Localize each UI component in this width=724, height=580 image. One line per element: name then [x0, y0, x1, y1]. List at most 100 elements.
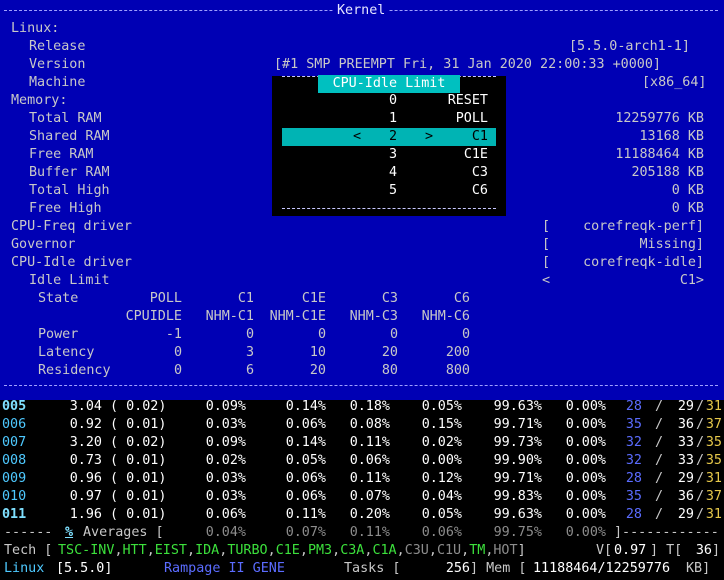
governor-open: [ — [542, 237, 551, 252]
mem-label: ] Mem [ — [470, 561, 527, 576]
tech-separator: , — [428, 543, 437, 558]
popup-item-c6[interactable]: C6 — [472, 182, 488, 200]
core-cell-c0: 0.09% — [205, 399, 246, 414]
core-cell-t3: 31 — [705, 507, 722, 522]
tech-separator: , — [114, 543, 123, 558]
popup-item-index[interactable]: 3 — [389, 146, 397, 164]
core-cell-id: 006 — [2, 417, 27, 432]
total-high-label: Total High — [29, 183, 110, 198]
core-cell-t2: 36 — [677, 489, 694, 504]
popup-selected-left-arrow[interactable]: < — [353, 128, 361, 146]
temp-separator: / — [696, 417, 705, 432]
core-cell-c0: 0.09% — [205, 435, 246, 450]
state-name-c3: NHM-C3 — [349, 309, 398, 324]
core-cell-t3: 35 — [705, 435, 722, 450]
temp-separator: / — [696, 489, 705, 504]
core-cell-c3: 0.07% — [349, 489, 390, 504]
core-cell-ratio: ( 0.01) — [110, 453, 167, 468]
core-cell-freq: 1.96 — [69, 507, 102, 522]
temp-separator: / — [655, 399, 664, 414]
popup-selected-right-arrow[interactable]: > — [425, 128, 433, 146]
core-cell-c3: 0.18% — [349, 399, 390, 414]
tech-separator: , — [146, 543, 155, 558]
popup-item-index[interactable]: 5 — [389, 182, 397, 200]
core-cell-c7: 99.63% — [493, 507, 542, 522]
tech-label: Tech [ — [4, 543, 53, 558]
popup-item-reset[interactable]: RESET — [448, 92, 488, 110]
core-cell-t1: 35 — [625, 489, 642, 504]
power-c3: 0 — [389, 327, 398, 342]
core-cell-freq: 0.73 — [69, 453, 102, 468]
popup-item-c3[interactable]: C3 — [472, 164, 488, 182]
residency-c1e: 20 — [309, 363, 326, 378]
power-c6: 0 — [461, 327, 470, 342]
core-cell-c8: 0.00% — [565, 399, 606, 414]
core-cell-c8: 0.00% — [565, 507, 606, 522]
free-ram-label: Free RAM — [29, 147, 94, 162]
core-cell-t1: 28 — [625, 471, 642, 486]
cpuidle-driver-value: corefreqk-idle] — [583, 255, 704, 270]
idle-limit-open[interactable]: < — [542, 272, 550, 290]
latency-c1e: 10 — [309, 345, 326, 360]
core-cell-c6: 0.05% — [421, 507, 462, 522]
avg-c6: 0.06% — [421, 525, 462, 540]
core-cell-ratio: ( 0.01) — [110, 471, 167, 486]
idle-limit-label[interactable]: Idle Limit — [29, 272, 110, 290]
popup-item-c1e[interactable]: C1E — [464, 146, 488, 164]
popup-item-index[interactable]: 4 — [389, 164, 397, 182]
machine-value: [x86_64] — [642, 75, 707, 90]
temp-value: 36 — [695, 543, 712, 558]
core-cell-t1: 32 — [625, 453, 642, 468]
core-cell-t3: 31 — [705, 399, 722, 414]
tech-feature-eist: EIST — [154, 543, 187, 558]
tech-feature-tsc-inv: TSC-INV — [58, 543, 115, 558]
temp-separator: / — [655, 417, 664, 432]
tech-separator: , — [187, 543, 196, 558]
avg-c3: 0.11% — [349, 525, 390, 540]
idle-limit-value[interactable]: C1> — [680, 272, 704, 290]
core-cell-t2: 36 — [677, 417, 694, 432]
state-col-c1e: C1E — [301, 291, 326, 306]
core-cell-t3: 37 — [705, 417, 722, 432]
tech-feature-pm3: PM3 — [307, 543, 333, 558]
popup-item-index[interactable]: 0 — [389, 92, 397, 110]
core-cell-c6: 0.04% — [421, 489, 462, 504]
machine-label: Machine — [29, 75, 86, 90]
popup-item-index[interactable]: 2 — [389, 128, 397, 146]
version-label: Version — [29, 57, 86, 72]
popup-item-index[interactable]: 1 — [389, 110, 397, 128]
tech-feature-hot: HOT — [493, 543, 518, 558]
board-name: Rampage II GENE — [164, 561, 285, 576]
temp-separator: / — [696, 507, 705, 522]
core-cell-c6: 0.05% — [421, 399, 462, 414]
averages-hotkey[interactable]: % — [65, 524, 73, 542]
release-value: [5.5.0-arch1-1] — [569, 39, 690, 54]
buffer-ram-label: Buffer RAM — [29, 165, 110, 180]
core-cell-c8: 0.00% — [565, 489, 606, 504]
core-cell-id: 007 — [2, 435, 27, 450]
state-name-c1: NHM-C1 — [205, 309, 254, 324]
free-high-label: Free High — [29, 201, 102, 216]
power-c1e: 0 — [317, 327, 326, 342]
avg-c1: 0.07% — [285, 525, 326, 540]
core-cell-c7: 99.63% — [493, 399, 542, 414]
cpuidle-driver-open: [ — [542, 255, 551, 270]
core-cell-id: 009 — [2, 471, 27, 486]
core-cell-c8: 0.00% — [565, 471, 606, 486]
core-cell-t1: 28 — [625, 399, 642, 414]
core-cell-t3: 37 — [705, 489, 722, 504]
core-cell-ratio: ( 0.02) — [110, 399, 167, 414]
core-cell-id: 008 — [2, 453, 27, 468]
popup-item-c1[interactable]: C1 — [472, 128, 488, 146]
popup-bottom-rule — [282, 208, 496, 210]
core-cell-c8: 0.00% — [565, 417, 606, 432]
core-cell-c1: 0.06% — [285, 417, 326, 432]
residency-label: Residency — [38, 363, 111, 378]
temp-separator: / — [696, 435, 705, 450]
core-cell-c0: 0.03% — [205, 471, 246, 486]
residency-c6: 800 — [445, 363, 470, 378]
cpuidle-driver-label: CPU-Idle driver — [11, 255, 132, 270]
popup-item-poll[interactable]: POLL — [456, 110, 488, 128]
latency-c3: 20 — [381, 345, 398, 360]
temp-separator: / — [696, 453, 705, 468]
